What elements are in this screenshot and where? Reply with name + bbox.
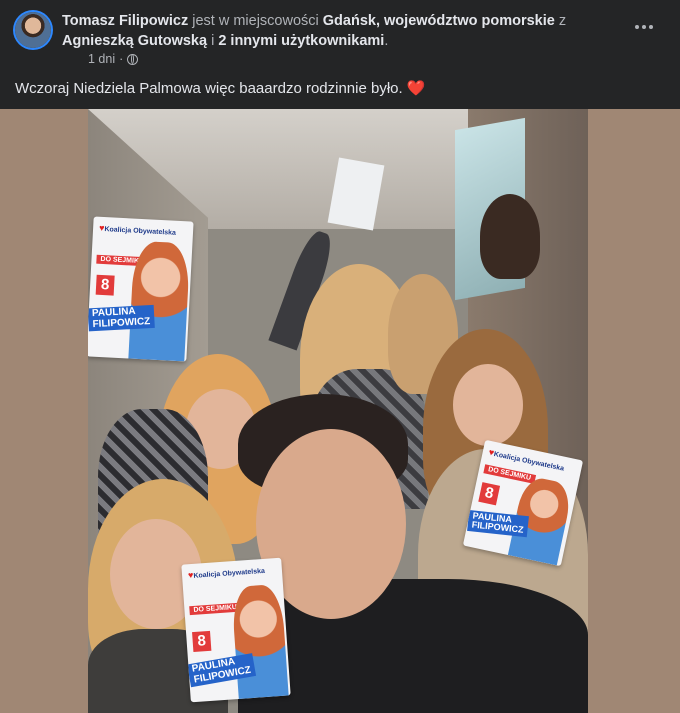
post-header: Tomasz Filipowicz jest w miejscowości Gd… bbox=[0, 0, 680, 70]
period-text: . bbox=[384, 33, 389, 49]
person-hair bbox=[480, 194, 540, 279]
author-name-link[interactable]: Tomasz Filipowicz bbox=[62, 13, 188, 29]
candidate-portrait bbox=[231, 583, 289, 699]
person-face bbox=[453, 364, 523, 446]
meta-separator: · bbox=[119, 52, 124, 66]
author-avatar[interactable] bbox=[15, 12, 51, 48]
more-options-button[interactable] bbox=[628, 15, 660, 39]
with-connector-text: z bbox=[554, 13, 567, 29]
timestamp-link[interactable]: 1 dni bbox=[88, 52, 115, 66]
flyer-logo: Koalicja Obywatelska bbox=[99, 223, 176, 237]
location-link[interactable]: Gdańsk, województwo pomorskie bbox=[323, 13, 555, 29]
flyer-last-name: FILIPOWICZ bbox=[471, 519, 524, 536]
flyer-number: 8 bbox=[478, 482, 501, 506]
more-dot-icon bbox=[635, 25, 639, 29]
more-dot-icon bbox=[649, 25, 653, 29]
post-meta: 1 dni · bbox=[88, 52, 139, 66]
globe-icon[interactable] bbox=[127, 53, 139, 65]
post-text: Wczoraj Niedziela Palmowa więc baaardzo … bbox=[15, 80, 403, 97]
flyer-number: 8 bbox=[192, 630, 212, 653]
post-photo-frame[interactable]: Koalicja Obywatelska DO SEJMIKU 8 PAULIN… bbox=[0, 109, 680, 713]
and-connector-text: i bbox=[207, 33, 219, 49]
flyer-name-band: PAULINA FILIPOWICZ bbox=[88, 304, 155, 332]
post-body: Wczoraj Niedziela Palmowa więc baaardzo … bbox=[15, 79, 426, 97]
tagged-user-link[interactable]: Agnieszką Gutowską bbox=[62, 33, 207, 49]
flyer-logo: Koalicja Obywatelska bbox=[188, 565, 265, 580]
more-dot-icon bbox=[642, 25, 646, 29]
flyer-tag: DO SEJMIKU bbox=[483, 464, 536, 484]
campaign-flyer: Koalicja Obywatelska DO SEJMIKU 8 PAULIN… bbox=[181, 557, 291, 703]
heart-emoji: ❤️ bbox=[406, 80, 426, 97]
place-connector-text: jest w miejscowości bbox=[188, 13, 323, 29]
post-photo[interactable]: Koalicja Obywatelska DO SEJMIKU 8 PAULIN… bbox=[88, 109, 588, 713]
flyer-number: 8 bbox=[95, 274, 115, 296]
campaign-flyer: Koalicja Obywatelska DO SEJMIKU 8 PAULIN… bbox=[88, 216, 194, 362]
others-link[interactable]: 2 innymi użytkownikami bbox=[218, 33, 384, 49]
post-title-line: Tomasz Filipowicz jest w miejscowości Gd… bbox=[62, 11, 622, 51]
flyer-last-name: FILIPOWICZ bbox=[92, 315, 151, 330]
candidate-portrait bbox=[128, 240, 191, 362]
